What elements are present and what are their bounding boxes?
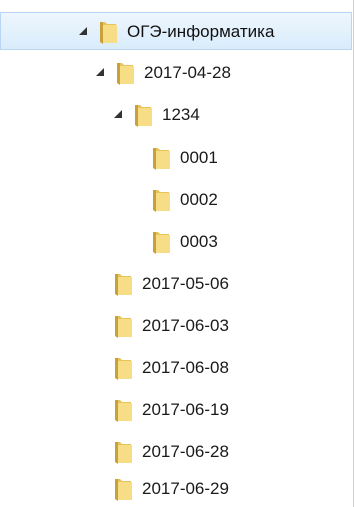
folder-icon xyxy=(153,232,170,254)
tree-item-label: ОГЭ-информатика xyxy=(127,21,275,41)
expanded-arrow-icon[interactable] xyxy=(112,108,124,120)
folder-icon xyxy=(153,148,170,170)
tree-item-label: 1234 xyxy=(162,104,200,124)
tree-item-root[interactable]: ОГЭ-информатика xyxy=(0,12,352,50)
folder-icon xyxy=(117,63,134,85)
folder-icon xyxy=(115,358,132,380)
tree-item-2017-06-28[interactable]: 2017-06-28 xyxy=(0,432,352,470)
tree-item-label: 2017-06-08 xyxy=(142,357,229,377)
tree-item-label: 2017-06-28 xyxy=(142,441,229,461)
tree-item-0002[interactable]: 0002 xyxy=(0,180,352,218)
tree-item-0003[interactable]: 0003 xyxy=(0,222,352,260)
folder-icon xyxy=(153,190,170,212)
tree-item-2017-06-08[interactable]: 2017-06-08 xyxy=(0,348,352,386)
tree-item-label: 2017-06-19 xyxy=(142,399,229,419)
tree-item-label: 2017-06-29 xyxy=(142,478,229,498)
expanded-arrow-icon[interactable] xyxy=(77,25,89,37)
tree-item-2017-06-19[interactable]: 2017-06-19 xyxy=(0,390,352,428)
tree-item-2017-06-29[interactable]: 2017-06-29 xyxy=(0,469,352,507)
tree-item-label: 2017-04-28 xyxy=(144,62,231,82)
tree-item-label: 0002 xyxy=(180,189,218,209)
tree-item-2017-06-03[interactable]: 2017-06-03 xyxy=(0,306,352,344)
folder-icon xyxy=(135,105,152,127)
folder-icon xyxy=(115,274,132,296)
tree-item-2017-05-06[interactable]: 2017-05-06 xyxy=(0,264,352,302)
folder-icon xyxy=(100,22,117,44)
tree-item-label: 0003 xyxy=(180,231,218,251)
expanded-arrow-icon[interactable] xyxy=(94,66,106,78)
folder-icon xyxy=(115,400,132,422)
tree-item-1234[interactable]: 1234 xyxy=(0,95,352,133)
folder-icon xyxy=(115,479,132,501)
folder-tree[interactable]: ОГЭ-информатика 2017-04-28 1234 0001 000… xyxy=(0,0,354,507)
tree-item-0001[interactable]: 0001 xyxy=(0,138,352,176)
tree-item-label: 2017-06-03 xyxy=(142,315,229,335)
folder-icon xyxy=(115,442,132,464)
tree-item-label: 0001 xyxy=(180,147,218,167)
folder-icon xyxy=(115,316,132,338)
tree-item-2017-04-28[interactable]: 2017-04-28 xyxy=(0,53,352,91)
tree-item-label: 2017-05-06 xyxy=(142,273,229,293)
